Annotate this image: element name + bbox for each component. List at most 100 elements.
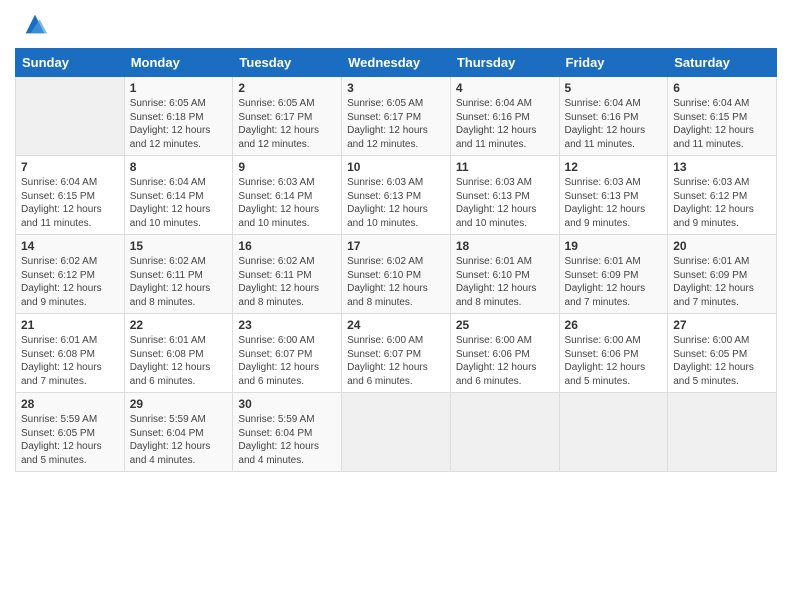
day-info: Sunrise: 6:00 AM Sunset: 6:07 PM Dayligh… <box>347 334 445 388</box>
day-info: Sunrise: 6:01 AM Sunset: 6:08 PM Dayligh… <box>130 334 228 388</box>
day-number: 29 <box>130 397 228 411</box>
day-cell: 4Sunrise: 6:04 AM Sunset: 6:16 PM Daylig… <box>450 77 559 156</box>
day-number: 21 <box>21 318 119 332</box>
day-number: 25 <box>456 318 554 332</box>
day-cell: 7 Sunrise: 6:04 AM Sunset: 6:15 PM Daylig… <box>16 156 125 235</box>
day-cell: 1 Sunrise: 6:05 AM Sunset: 6:18 PM Daylig… <box>124 77 233 156</box>
weekday-header-friday: Friday <box>559 49 668 77</box>
day-number: 24 <box>347 318 445 332</box>
logo-icon <box>21 10 49 38</box>
page-container: SundayMondayTuesdayWednesdayThursdayFrid… <box>0 0 792 482</box>
day-number: 19 <box>565 239 663 253</box>
day-cell: 10 Sunrise: 6:03 AM Sunset: 6:13 PM Dayli… <box>342 156 451 235</box>
day-number: 6 <box>673 81 771 95</box>
day-cell <box>450 393 559 472</box>
day-number: 5 <box>565 81 663 95</box>
weekday-header-row: SundayMondayTuesdayWednesdayThursdayFrid… <box>16 49 777 77</box>
day-number: 9 <box>238 160 336 174</box>
day-cell: 18 Sunrise: 6:01 AM Sunset: 6:10 PM Dayli… <box>450 235 559 314</box>
day-number: 27 <box>673 318 771 332</box>
header <box>15 10 777 38</box>
day-cell <box>342 393 451 472</box>
day-cell: 11 Sunrise: 6:03 AM Sunset: 6:13 PM Dayli… <box>450 156 559 235</box>
day-info: Sunrise: 6:03 AM Sunset: 6:13 PM Dayligh… <box>456 176 554 230</box>
day-info: Sunrise: 6:01 AM Sunset: 6:10 PM Dayligh… <box>456 255 554 309</box>
day-info: Sunrise: 6:01 AM Sunset: 6:09 PM Dayligh… <box>673 255 771 309</box>
day-cell: 3 Sunrise: 6:05 AM Sunset: 6:17 PM Daylig… <box>342 77 451 156</box>
day-number: 7 <box>21 160 119 174</box>
day-cell: 16 Sunrise: 6:02 AM Sunset: 6:11 PM Dayli… <box>233 235 342 314</box>
day-number: 14 <box>21 239 119 253</box>
day-cell: 15Sunrise: 6:02 AM Sunset: 6:11 PM Dayli… <box>124 235 233 314</box>
day-number: 26 <box>565 318 663 332</box>
day-info: Sunrise: 6:02 AM Sunset: 6:11 PM Dayligh… <box>130 255 228 309</box>
day-info: Sunrise: 6:04 AM Sunset: 6:14 PM Dayligh… <box>130 176 228 230</box>
day-info: Sunrise: 6:03 AM Sunset: 6:14 PM Dayligh… <box>238 176 336 230</box>
day-info: Sunrise: 5:59 AM Sunset: 6:05 PM Dayligh… <box>21 413 119 467</box>
day-info: Sunrise: 6:05 AM Sunset: 6:17 PM Dayligh… <box>238 97 336 151</box>
week-row-3: 21 Sunrise: 6:01 AM Sunset: 6:08 PM Dayli… <box>16 314 777 393</box>
day-cell: 13Sunrise: 6:03 AM Sunset: 6:12 PM Dayli… <box>668 156 777 235</box>
day-cell: 19 Sunrise: 6:01 AM Sunset: 6:09 PM Dayli… <box>559 235 668 314</box>
day-number: 12 <box>565 160 663 174</box>
day-info: Sunrise: 5:59 AM Sunset: 6:04 PM Dayligh… <box>238 413 336 467</box>
day-info: Sunrise: 6:05 AM Sunset: 6:17 PM Dayligh… <box>347 97 445 151</box>
day-info: Sunrise: 6:01 AM Sunset: 6:08 PM Dayligh… <box>21 334 119 388</box>
day-cell: 20Sunrise: 6:01 AM Sunset: 6:09 PM Dayli… <box>668 235 777 314</box>
weekday-header-thursday: Thursday <box>450 49 559 77</box>
day-cell: 23 Sunrise: 6:00 AM Sunset: 6:07 PM Dayli… <box>233 314 342 393</box>
week-row-2: 14 Sunrise: 6:02 AM Sunset: 6:12 PM Dayli… <box>16 235 777 314</box>
weekday-header-monday: Monday <box>124 49 233 77</box>
week-row-1: 7 Sunrise: 6:04 AM Sunset: 6:15 PM Daylig… <box>16 156 777 235</box>
day-info: Sunrise: 6:00 AM Sunset: 6:05 PM Dayligh… <box>673 334 771 388</box>
day-cell: 6 Sunrise: 6:04 AM Sunset: 6:15 PM Daylig… <box>668 77 777 156</box>
logo <box>15 10 49 38</box>
day-info: Sunrise: 6:00 AM Sunset: 6:06 PM Dayligh… <box>565 334 663 388</box>
day-info: Sunrise: 6:02 AM Sunset: 6:12 PM Dayligh… <box>21 255 119 309</box>
day-number: 22 <box>130 318 228 332</box>
week-row-4: 28 Sunrise: 5:59 AM Sunset: 6:05 PM Dayli… <box>16 393 777 472</box>
weekday-header-tuesday: Tuesday <box>233 49 342 77</box>
day-info: Sunrise: 6:03 AM Sunset: 6:13 PM Dayligh… <box>347 176 445 230</box>
day-number: 30 <box>238 397 336 411</box>
day-info: Sunrise: 6:00 AM Sunset: 6:07 PM Dayligh… <box>238 334 336 388</box>
day-cell: 28 Sunrise: 5:59 AM Sunset: 6:05 PM Dayli… <box>16 393 125 472</box>
day-info: Sunrise: 6:04 AM Sunset: 6:16 PM Dayligh… <box>565 97 663 151</box>
day-number: 17 <box>347 239 445 253</box>
day-cell: 9 Sunrise: 6:03 AM Sunset: 6:14 PM Daylig… <box>233 156 342 235</box>
day-number: 2 <box>238 81 336 95</box>
day-info: Sunrise: 6:01 AM Sunset: 6:09 PM Dayligh… <box>565 255 663 309</box>
week-row-0: 1 Sunrise: 6:05 AM Sunset: 6:18 PM Daylig… <box>16 77 777 156</box>
day-cell: 5 Sunrise: 6:04 AM Sunset: 6:16 PM Daylig… <box>559 77 668 156</box>
day-number: 23 <box>238 318 336 332</box>
day-cell <box>559 393 668 472</box>
day-cell: 27 Sunrise: 6:00 AM Sunset: 6:05 PM Dayli… <box>668 314 777 393</box>
day-info: Sunrise: 6:00 AM Sunset: 6:06 PM Dayligh… <box>456 334 554 388</box>
day-info: Sunrise: 6:05 AM Sunset: 6:18 PM Dayligh… <box>130 97 228 151</box>
calendar-table: SundayMondayTuesdayWednesdayThursdayFrid… <box>15 48 777 472</box>
day-cell: 8 Sunrise: 6:04 AM Sunset: 6:14 PM Daylig… <box>124 156 233 235</box>
day-number: 8 <box>130 160 228 174</box>
day-number: 16 <box>238 239 336 253</box>
day-cell: 22 Sunrise: 6:01 AM Sunset: 6:08 PM Dayli… <box>124 314 233 393</box>
day-number: 28 <box>21 397 119 411</box>
day-info: Sunrise: 6:04 AM Sunset: 6:15 PM Dayligh… <box>673 97 771 151</box>
day-cell: 26 Sunrise: 6:00 AM Sunset: 6:06 PM Dayli… <box>559 314 668 393</box>
day-number: 3 <box>347 81 445 95</box>
day-number: 10 <box>347 160 445 174</box>
day-number: 1 <box>130 81 228 95</box>
day-number: 11 <box>456 160 554 174</box>
day-cell: 29Sunrise: 5:59 AM Sunset: 6:04 PM Dayli… <box>124 393 233 472</box>
day-cell: 24 Sunrise: 6:00 AM Sunset: 6:07 PM Dayli… <box>342 314 451 393</box>
day-info: Sunrise: 6:04 AM Sunset: 6:15 PM Dayligh… <box>21 176 119 230</box>
weekday-header-sunday: Sunday <box>16 49 125 77</box>
day-info: Sunrise: 6:02 AM Sunset: 6:11 PM Dayligh… <box>238 255 336 309</box>
day-info: Sunrise: 6:03 AM Sunset: 6:12 PM Dayligh… <box>673 176 771 230</box>
day-cell <box>16 77 125 156</box>
day-cell: 2 Sunrise: 6:05 AM Sunset: 6:17 PM Daylig… <box>233 77 342 156</box>
day-cell: 12Sunrise: 6:03 AM Sunset: 6:13 PM Dayli… <box>559 156 668 235</box>
day-cell <box>668 393 777 472</box>
day-number: 18 <box>456 239 554 253</box>
day-cell: 14 Sunrise: 6:02 AM Sunset: 6:12 PM Dayli… <box>16 235 125 314</box>
day-cell: 25 Sunrise: 6:00 AM Sunset: 6:06 PM Dayli… <box>450 314 559 393</box>
